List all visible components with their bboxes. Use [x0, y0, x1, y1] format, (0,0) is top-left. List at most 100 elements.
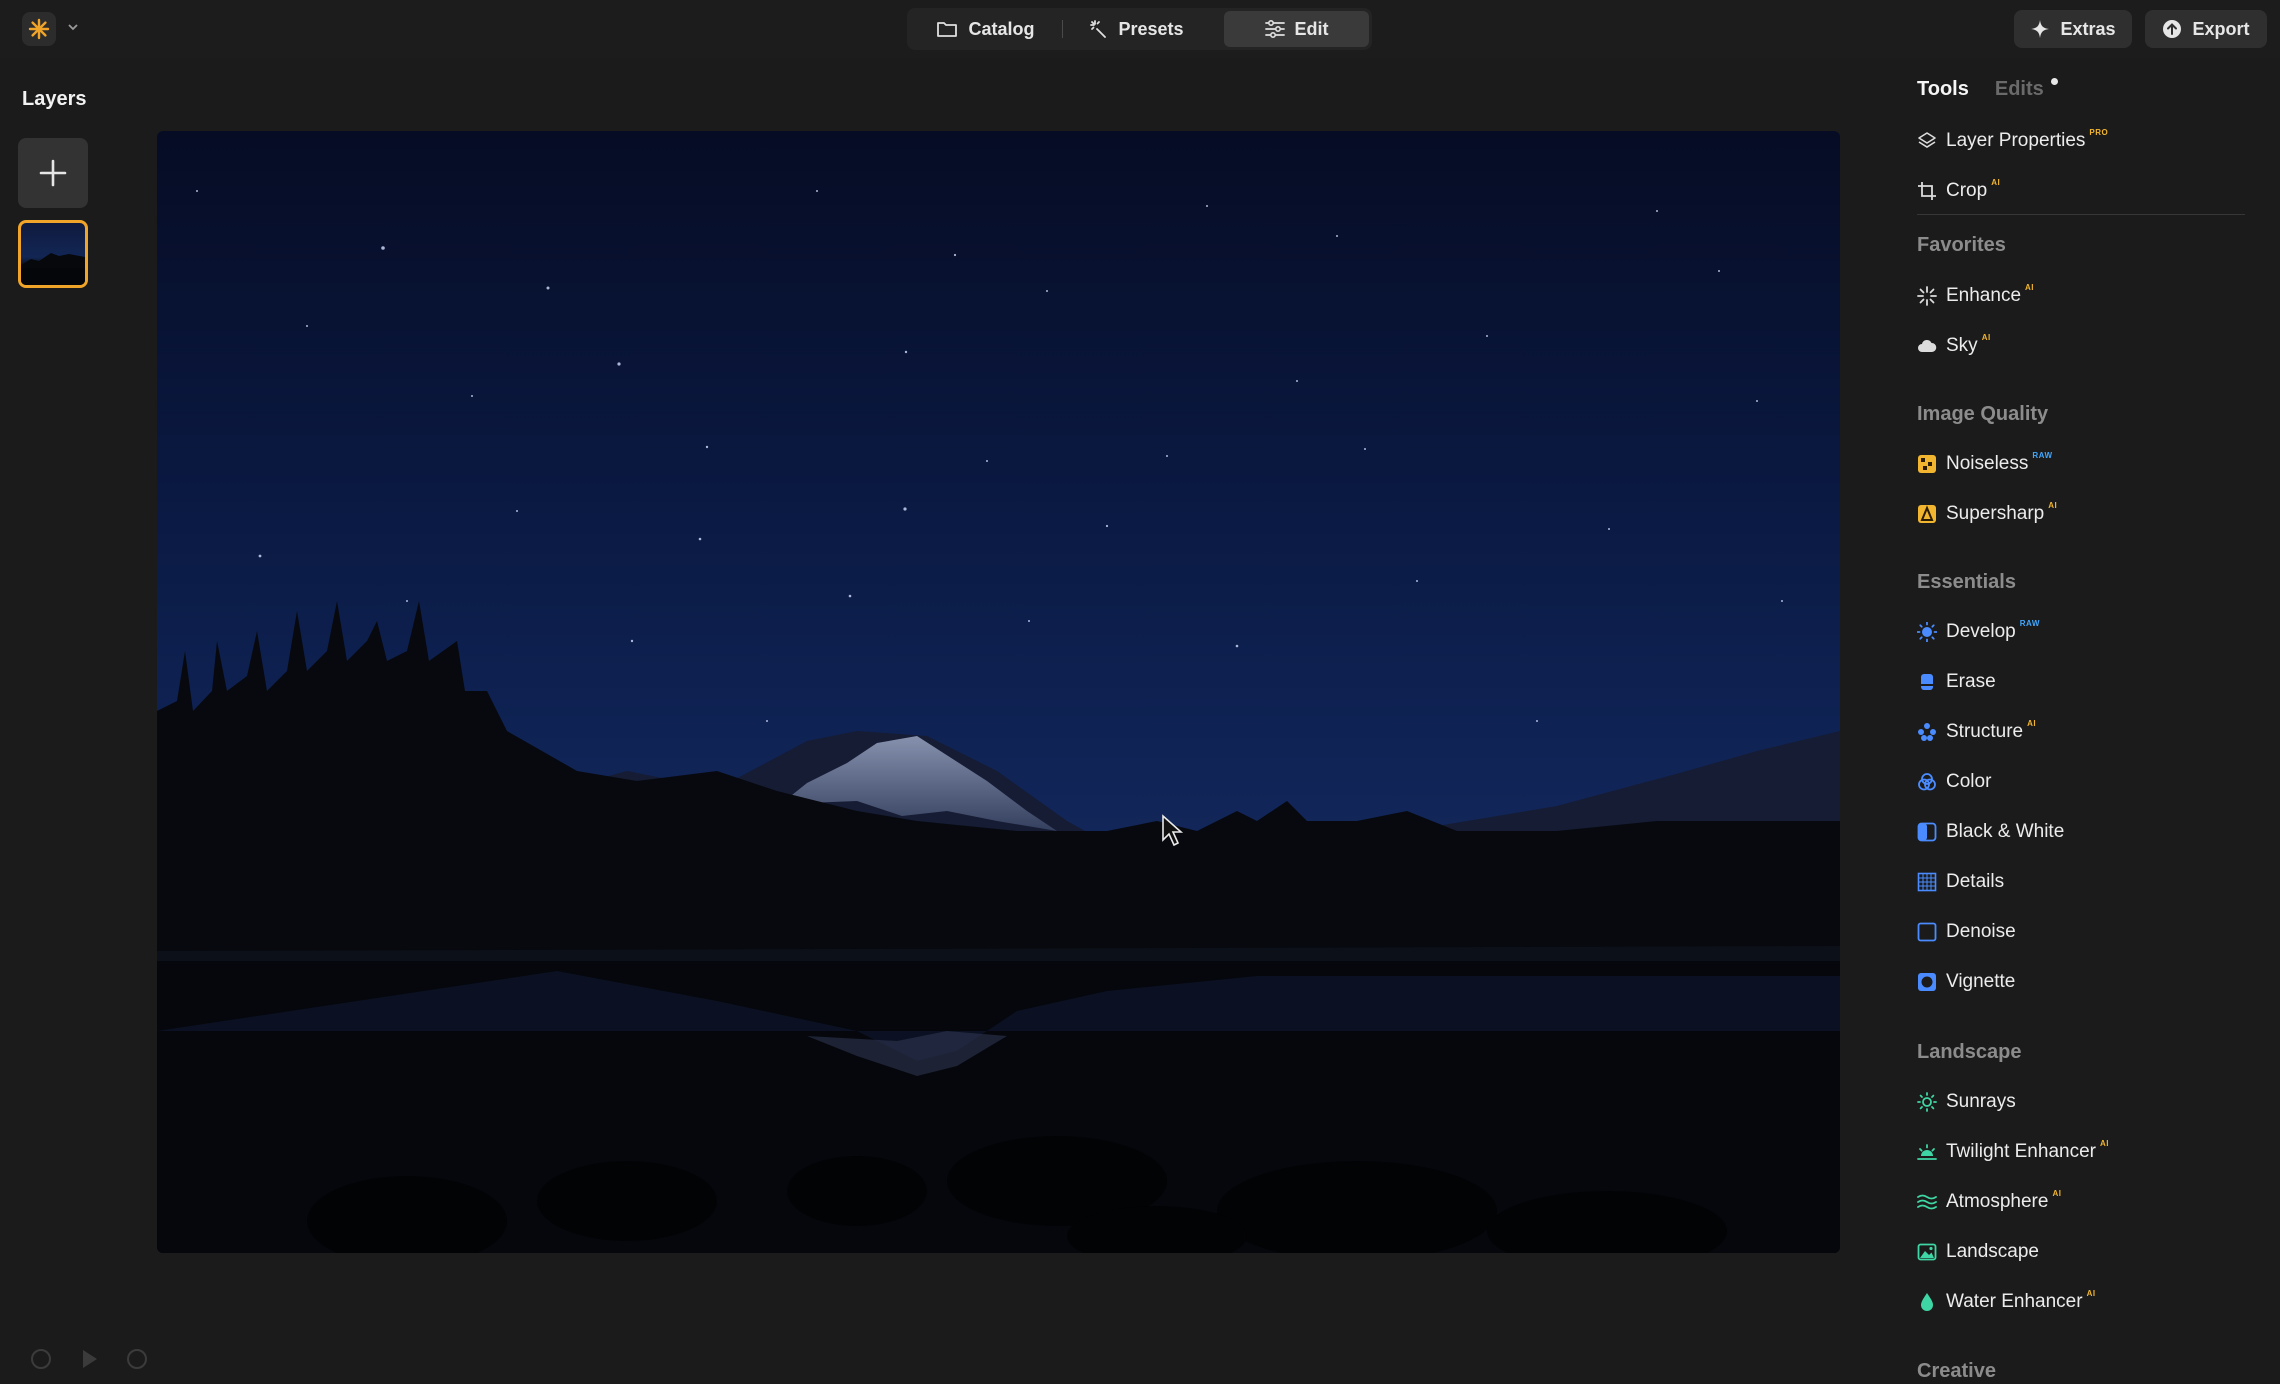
ai-badge: AI [2027, 718, 2037, 728]
top-bar: Catalog Presets Edit Extras Export [0, 0, 2280, 58]
tool-enhance[interactable]: Enhance AI [1917, 281, 2034, 311]
ai-badge: AI [1991, 177, 2001, 187]
extras-label: Extras [2060, 18, 2116, 39]
tool-develop[interactable]: Develop RAW [1917, 617, 2040, 647]
edits-indicator-dot [2050, 78, 2058, 85]
section-creative: Creative [1917, 1360, 1996, 1382]
tool-label: Vignette [1946, 971, 2016, 992]
panel-divider [1917, 214, 2245, 215]
magic-wand-icon [1090, 20, 1107, 38]
cloud-icon [1917, 336, 1937, 356]
app-logo-button[interactable] [22, 12, 56, 46]
refresh-icon[interactable] [124, 1346, 150, 1372]
layer-thumbnail-image [21, 253, 85, 285]
tool-noiseless[interactable]: Noiseless RAW [1917, 449, 2053, 479]
tool-denoise[interactable]: Denoise [1917, 917, 2016, 947]
tool-vignette[interactable]: Vignette [1917, 967, 2015, 997]
ai-badge: AI [2048, 500, 2058, 510]
chevron-down-icon[interactable] [66, 20, 80, 34]
extras-button[interactable]: Extras [2014, 10, 2132, 48]
noiseless-icon [1917, 454, 1937, 474]
water-drop-icon [1917, 1292, 1937, 1312]
tool-details[interactable]: Details [1917, 867, 2004, 897]
tool-water-enhancer[interactable]: Water Enhancer AI [1917, 1287, 2096, 1317]
tool-erase[interactable]: Erase [1917, 667, 1996, 697]
tool-label: Atmosphere [1946, 1191, 2049, 1212]
ai-badge: AI [1981, 332, 1991, 342]
sliders-icon [1264, 20, 1285, 38]
gear-icon[interactable] [28, 1346, 54, 1372]
play-icon[interactable] [76, 1346, 102, 1372]
tool-structure[interactable]: Structure AI [1917, 717, 2036, 747]
section-favorites: Favorites [1917, 234, 2006, 256]
tab-divider [1062, 20, 1063, 38]
sparkle-icon [1917, 286, 1937, 306]
tool-label: Details [1946, 871, 2005, 892]
tool-label: Twilight Enhancer [1946, 1141, 2096, 1162]
sparkle-icon [2031, 20, 2050, 38]
add-layer-button[interactable] [18, 138, 88, 208]
layers-title: Layers [22, 88, 87, 110]
playback-controls [28, 1346, 150, 1372]
ai-badge: AI [2086, 1288, 2096, 1298]
tool-twilight-enhancer[interactable]: Twilight Enhancer AI [1917, 1137, 2109, 1167]
denoise-icon [1917, 922, 1937, 942]
structure-icon [1917, 722, 1937, 742]
ai-badge: AI [2099, 1138, 2109, 1148]
tab-edits-label: Edits [1994, 78, 2044, 100]
pro-badge: PRO [2089, 127, 2109, 137]
tool-black-white[interactable]: Black & White [1917, 817, 2064, 847]
atmosphere-icon [1917, 1192, 1937, 1212]
folder-icon [937, 22, 958, 37]
tool-landscape[interactable]: Landscape [1917, 1237, 2039, 1267]
plus-icon [39, 159, 67, 187]
tool-color[interactable]: Color [1917, 767, 1991, 797]
vignette-icon [1917, 972, 1937, 992]
section-landscape: Landscape [1917, 1041, 2022, 1063]
tool-supersharp[interactable]: Supersharp AI [1917, 499, 2057, 529]
tool-label: Sunrays [1946, 1091, 2016, 1112]
tab-tools[interactable]: Tools [1917, 78, 1969, 101]
tool-label: Water Enhancer [1946, 1291, 2083, 1312]
section-essentials: Essentials [1917, 571, 2016, 593]
tab-catalog-label: Catalog [968, 18, 1035, 39]
supersharp-icon [1917, 504, 1937, 524]
tab-catalog[interactable]: Catalog [913, 11, 1058, 47]
tool-label: Develop [1946, 621, 2016, 642]
section-image-quality: Image Quality [1917, 403, 2049, 425]
layers-icon [1917, 131, 1937, 151]
export-label: Export [2192, 18, 2250, 39]
layer-thumbnail[interactable] [18, 220, 88, 288]
mode-switcher: Catalog Presets Edit [907, 8, 1372, 50]
tab-edit[interactable]: Edit [1224, 11, 1369, 47]
sun-logo-icon [28, 18, 50, 40]
tool-label: Color [1946, 771, 1992, 792]
tool-label: Crop [1946, 180, 1988, 201]
photo-canvas[interactable] [157, 131, 1840, 1253]
ai-badge: AI [2052, 1188, 2062, 1198]
tool-label: Black & White [1946, 821, 2065, 842]
tool-label: Landscape [1946, 1241, 2039, 1262]
tab-presets[interactable]: Presets [1067, 11, 1207, 47]
raw-badge: RAW [2019, 618, 2040, 628]
tool-atmosphere[interactable]: Atmosphere AI [1917, 1187, 2061, 1217]
export-button[interactable]: Export [2145, 10, 2267, 48]
eraser-icon [1917, 672, 1937, 692]
tool-label: Sky [1946, 335, 1978, 356]
tool-crop[interactable]: Crop AI [1917, 176, 2000, 206]
night-landscape-image [157, 190, 1840, 1253]
sunrays-icon [1917, 1092, 1937, 1112]
tool-sky[interactable]: Sky AI [1917, 331, 1991, 361]
tool-label: Supersharp [1946, 503, 2045, 524]
panel-tabs: Tools Edits [1917, 78, 2058, 101]
tool-label: Denoise [1946, 921, 2016, 942]
tool-sunrays[interactable]: Sunrays [1917, 1087, 2016, 1117]
details-icon [1917, 872, 1937, 892]
twilight-icon [1917, 1142, 1937, 1162]
tool-layer-properties[interactable]: Layer Properties PRO [1917, 126, 2108, 156]
tab-edits[interactable]: Edits [1994, 78, 2058, 101]
landscape-icon [1917, 1242, 1937, 1262]
color-icon [1917, 772, 1937, 792]
tool-label: Layer Properties [1946, 130, 2086, 151]
tab-presets-label: Presets [1118, 18, 1184, 39]
